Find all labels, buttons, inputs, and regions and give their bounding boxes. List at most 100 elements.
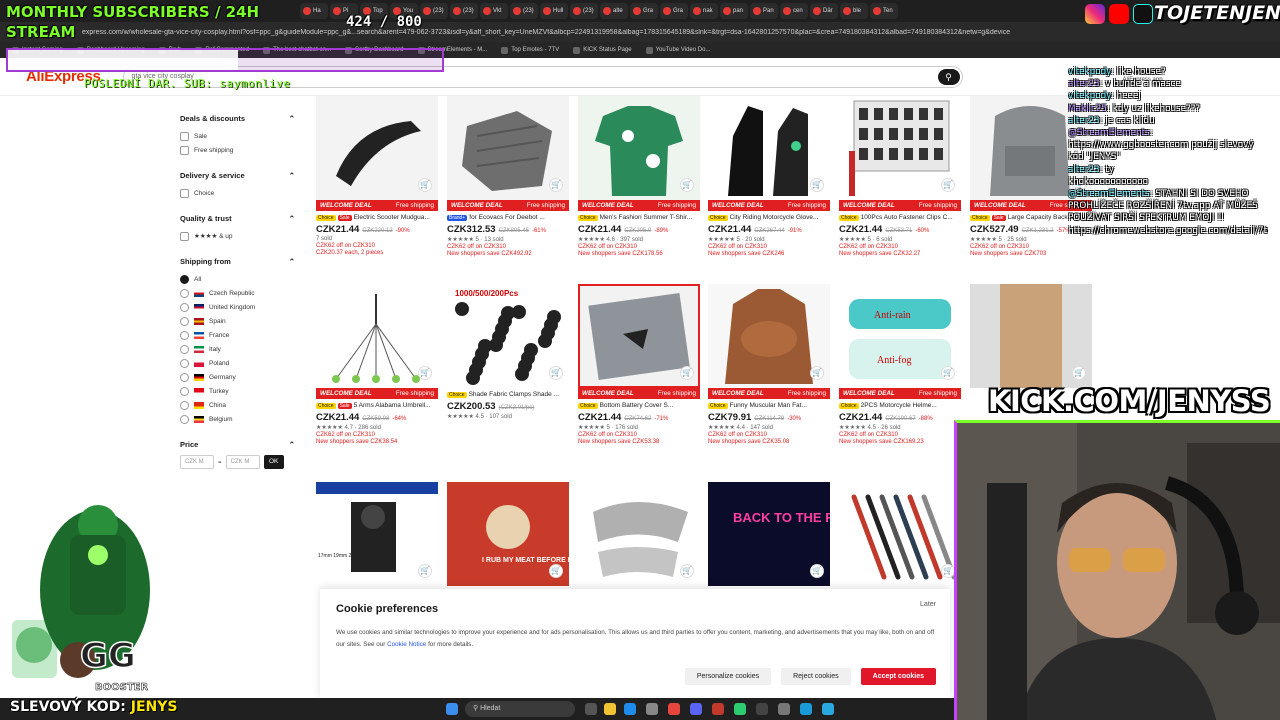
filter-option[interactable]: Czech Republic [180, 286, 295, 300]
product-image[interactable]: 🛒 [839, 96, 961, 200]
add-to-cart-icon[interactable]: 🛒 [941, 366, 955, 380]
product-card[interactable]: 🛒 WELCOME DEAL Free shipping Choice 100Pcs A… [839, 96, 961, 257]
add-to-cart-icon[interactable]: 🛒 [810, 366, 824, 380]
product-card[interactable]: 🛒 WELCOME DEAL Free shipping Choice Funny Mu… [708, 284, 830, 445]
add-to-cart-icon[interactable]: 🛒 [680, 564, 694, 578]
filter-heading[interactable]: Delivery & service ⌃ [180, 171, 295, 180]
product-title[interactable]: Choice Shade Fabric Clamps Shade ... [447, 391, 569, 398]
product-card[interactable]: 17mm 19mm 21mm 🛒 [316, 482, 438, 586]
browser-tab[interactable]: Gra [660, 3, 688, 19]
bookmark-item[interactable]: YouTube Video Do... [645, 46, 710, 54]
product-card[interactable]: 🛒 WELCOME DEAL Free shipping Choice City Rid… [708, 96, 830, 257]
filter-option[interactable]: Turkey [180, 384, 295, 398]
radio-button[interactable] [180, 400, 189, 410]
telegram-icon[interactable] [822, 703, 834, 715]
product-title[interactable]: Brand+ for Ecovacs For Deebot ... [447, 214, 569, 221]
filter-heading[interactable]: Shipping from ⌃ [180, 257, 295, 266]
chevron-up-icon[interactable]: ⌃ [289, 214, 295, 223]
add-to-cart-icon[interactable]: 🛒 [680, 366, 694, 380]
product-card[interactable]: 🛒 WELCOME DEAL Free shipping Choice Sale Elec… [316, 96, 438, 256]
add-to-cart-icon[interactable]: 🛒 [418, 564, 432, 578]
radio-button[interactable] [180, 358, 189, 368]
add-to-cart-icon[interactable]: 🛒 [549, 366, 563, 380]
browser-tab[interactable]: nak [690, 3, 718, 19]
product-card[interactable]: 🛒 WELCOME DEAL Free shipping Choice Men's Fa… [578, 96, 700, 257]
product-image[interactable]: 1000/500/200Pcs 🛒 [447, 284, 569, 388]
product-card[interactable]: BACK TO THE FUTURE 🛒 [708, 482, 830, 586]
product-title[interactable]: Choice Men's Fashion Summer T-Shir... [578, 214, 700, 221]
product-image[interactable]: 🛒 [578, 96, 700, 200]
product-image[interactable]: 🛒 [708, 284, 830, 388]
radio-button[interactable] [180, 372, 189, 382]
add-to-cart-icon[interactable]: 🛒 [549, 178, 563, 192]
price-max-input[interactable]: CZK M [225, 455, 260, 469]
browser-tab[interactable]: alte [600, 3, 628, 19]
accept-cookies-button[interactable]: Accept cookies [860, 668, 936, 685]
app-icon[interactable] [712, 703, 724, 715]
browser-tab[interactable]: pan [720, 3, 748, 19]
product-image[interactable]: 🛒 [578, 284, 700, 388]
product-image[interactable]: 🛒 [578, 482, 700, 586]
browser-tab[interactable]: (23) [510, 3, 538, 19]
product-card[interactable]: I RUB MY MEAT BEFORE I STICK IT IN🛒 [447, 482, 569, 586]
product-card[interactable]: 1000/500/200Pcs 🛒 Choice Shade Fabric Clamp… [447, 284, 569, 420]
chevron-up-icon[interactable]: ⌃ [289, 440, 295, 449]
product-title[interactable]: Choice City Riding Motorcycle Glove... [708, 214, 830, 221]
chevron-up-icon[interactable]: ⌃ [289, 171, 295, 180]
product-image[interactable]: 17mm 19mm 21mm 🛒 [316, 482, 438, 586]
product-image[interactable]: 🛒 [447, 96, 569, 200]
browser-tab[interactable]: ble [840, 3, 868, 19]
browser-tab[interactable]: cen [780, 3, 808, 19]
product-title[interactable]: Choice Funny Muscular Man Fat... [708, 402, 830, 409]
radio-button[interactable] [180, 302, 189, 312]
price-min-input[interactable]: CZK M [180, 455, 214, 469]
product-title[interactable]: Choice 2PCS Motorcycle Helme... [839, 402, 961, 409]
product-card[interactable]: 🛒 [970, 284, 1092, 388]
later-button[interactable]: Later [920, 601, 936, 608]
task-view-icon[interactable] [585, 703, 597, 715]
filter-option[interactable]: Germany [180, 370, 295, 384]
product-image[interactable]: 🛒 [316, 96, 438, 200]
checkbox[interactable] [180, 188, 189, 198]
bookmark-item[interactable]: Top Emotes - 7TV [501, 46, 559, 54]
filter-option[interactable]: United Kingdom [180, 300, 295, 314]
browser-tab[interactable]: (23) [450, 3, 478, 19]
product-title[interactable]: Choice Sale 5 Arms Alabama Umbrell... [316, 402, 438, 409]
product-card[interactable]: 🛒 WELCOME DEAL Free shipping Brand+ for Ecov… [447, 96, 569, 257]
filter-option[interactable]: Free shipping [180, 143, 295, 157]
bookmark-item[interactable]: KICK Status Page [573, 46, 632, 54]
filter-option[interactable]: Sale [180, 129, 295, 143]
filter-heading[interactable]: Price ⌃ [180, 440, 295, 449]
app-icon[interactable] [778, 703, 790, 715]
app-icon[interactable] [734, 703, 746, 715]
app-icon[interactable] [756, 703, 768, 715]
product-image[interactable]: I RUB MY MEAT BEFORE I STICK IT IN🛒 [447, 482, 569, 586]
file-explorer-icon[interactable] [604, 703, 616, 715]
price-ok-button[interactable]: OK [263, 455, 284, 469]
product-title[interactable]: Choice Bottom Battery Cover S... [578, 402, 700, 409]
product-title[interactable]: Choice Sale Electric Scooter Mudgua... [316, 214, 438, 221]
product-card[interactable]: 🛒 WELCOME DEAL Free shipping Choice Sale 5 Ar… [316, 284, 438, 445]
filter-option[interactable]: Italy [180, 342, 295, 356]
product-image[interactable]: 🛒 [970, 284, 1092, 388]
checkbox[interactable] [180, 231, 189, 241]
search-icon[interactable]: ⚲ [937, 68, 960, 85]
checkbox[interactable] [180, 131, 189, 141]
personalize-cookies-button[interactable]: Personalize cookies [684, 668, 772, 685]
add-to-cart-icon[interactable]: 🛒 [810, 178, 824, 192]
taskbar-search[interactable]: ⚲ Hledat [465, 701, 575, 717]
product-image[interactable]: 🛒 [839, 482, 961, 586]
filter-heading[interactable]: Quality & trust ⌃ [180, 214, 295, 223]
add-to-cart-icon[interactable]: 🛒 [418, 366, 432, 380]
chevron-up-icon[interactable]: ⌃ [289, 114, 295, 123]
filter-option[interactable]: France [180, 328, 295, 342]
filter-option[interactable]: Belgium [180, 412, 295, 426]
filter-option[interactable]: China [180, 398, 295, 412]
browser-tab[interactable]: Vkt [480, 3, 508, 19]
add-to-cart-icon[interactable]: 🛒 [941, 178, 955, 192]
windows-start-icon[interactable] [446, 703, 458, 715]
add-to-cart-icon[interactable]: 🛒 [810, 564, 824, 578]
filter-heading[interactable]: Deals & discounts ⌃ [180, 114, 295, 123]
product-image[interactable]: 🛒 [708, 96, 830, 200]
product-card[interactable]: 🛒 [578, 482, 700, 586]
